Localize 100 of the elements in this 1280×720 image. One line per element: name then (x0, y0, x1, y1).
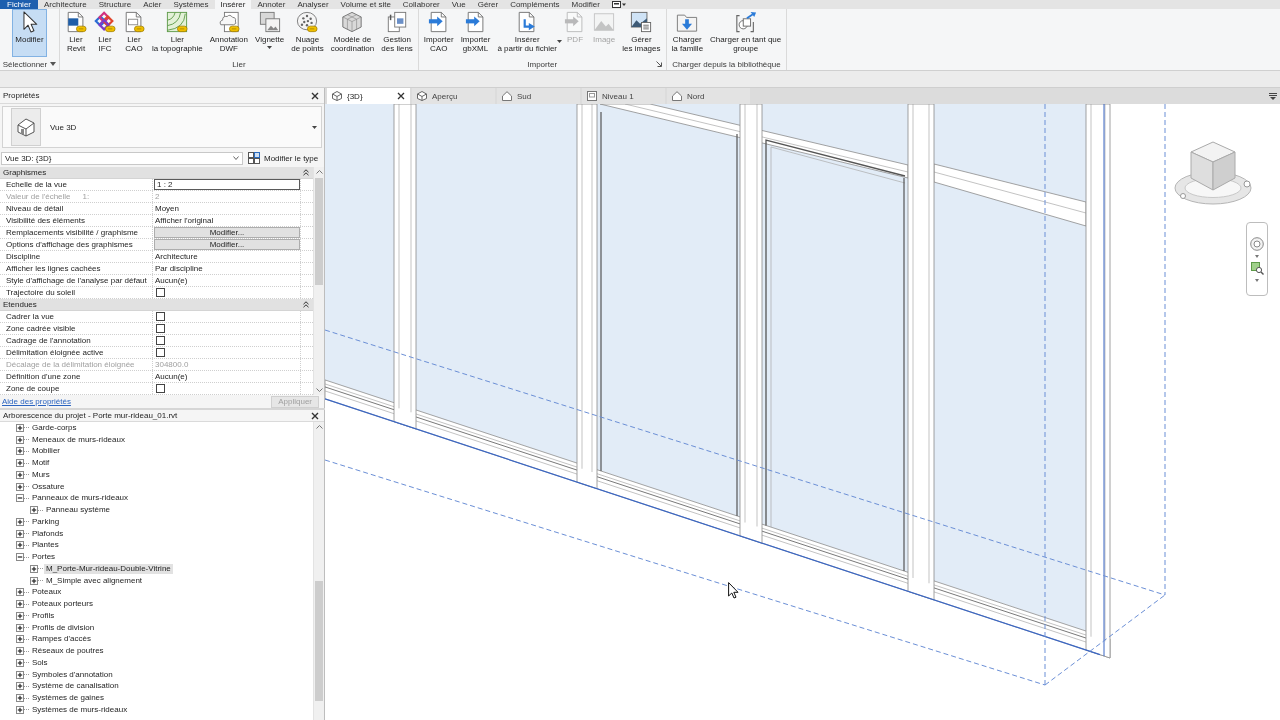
collapse-icon[interactable] (303, 169, 309, 176)
ribbon-button[interactable]: Charger en tant que groupe (707, 9, 785, 57)
view-tab[interactable]: Nord (667, 88, 750, 104)
tree-item[interactable]: Panneaux de murs-rideaux (30, 493, 131, 504)
scroll-down-icon[interactable] (315, 388, 323, 392)
tree-item[interactable]: Parking (30, 516, 62, 527)
menu-tab[interactable]: Structure (92, 0, 138, 9)
tree-item[interactable]: Motif (30, 458, 52, 469)
tree-item[interactable]: M_Simple avec alignement (44, 575, 145, 586)
ribbon-button[interactable]: Gestion des liens (378, 9, 416, 57)
view-tab[interactable]: Sud (497, 88, 580, 104)
menu-tab[interactable]: Acier (137, 0, 168, 9)
instance-selector[interactable]: Vue 3D: {3D} (1, 151, 243, 165)
view-tab[interactable]: Niveau 1 (582, 88, 665, 104)
tree-item[interactable]: Rampes d'accès (30, 634, 93, 645)
checkbox[interactable] (156, 348, 165, 357)
tree-item[interactable]: M_Porte-Mur-rideau-Double-Vitrine (44, 563, 173, 574)
tree-item[interactable]: Système de canalisation (30, 681, 121, 692)
expand-icon[interactable] (16, 588, 24, 597)
caret-icon[interactable] (50, 62, 57, 66)
ribbon-button[interactable]: Charger la famille (668, 9, 707, 57)
tree-item[interactable]: Plantes (30, 540, 61, 551)
ribbon-button[interactable]: Lier CAO (120, 9, 148, 57)
checkbox[interactable] (156, 336, 165, 345)
ribbon-button[interactable]: Importer CAO (420, 9, 457, 57)
tree-item[interactable]: Poteaux porteurs (30, 599, 95, 610)
ribbon-toggle-icon[interactable] (611, 1, 626, 8)
tree-item[interactable]: Portes (30, 552, 58, 563)
ribbon-button[interactable]: Modèle de coordination (327, 9, 378, 57)
expand-icon[interactable] (16, 470, 24, 479)
view-tab[interactable]: {3D} (327, 88, 410, 104)
ribbon-button[interactable]: Nuage de points (288, 9, 327, 57)
scrollbar[interactable] (313, 167, 324, 395)
scroll-up-icon[interactable] (315, 170, 323, 174)
ribbon-button[interactable]: Gérer les images (619, 9, 664, 57)
expand-icon[interactable] (16, 635, 24, 644)
edit-button[interactable]: Modifier... (154, 239, 300, 250)
edit-button[interactable]: Modifier... (154, 227, 300, 238)
expand-icon[interactable] (16, 447, 24, 456)
type-selector[interactable]: Vue 3D (2, 106, 322, 148)
tree-item[interactable]: Poteaux (30, 587, 64, 598)
close-icon[interactable] (311, 411, 319, 420)
ribbon-button[interactable]: Vignette (252, 9, 288, 57)
checkbox[interactable] (156, 312, 165, 321)
expand-icon[interactable] (30, 564, 38, 573)
expand-icon[interactable] (30, 576, 38, 585)
caret-icon[interactable] (1255, 254, 1259, 258)
tree-item[interactable]: Garde-corps (30, 422, 79, 433)
tree-item[interactable]: Mobilier (30, 446, 62, 457)
caret-icon[interactable] (1255, 278, 1259, 282)
ribbon-button[interactable]: Insérer à partir du fichier (494, 9, 561, 57)
expand-icon[interactable] (16, 600, 24, 609)
tree-item[interactable]: Symboles d'annotation (30, 669, 115, 680)
expand-icon[interactable] (16, 611, 24, 620)
checkbox[interactable] (156, 288, 165, 297)
menu-tab[interactable]: Volume et site (334, 0, 397, 9)
expand-icon[interactable] (16, 517, 24, 526)
scroll-up-icon[interactable] (315, 425, 323, 429)
checkbox[interactable] (156, 384, 165, 393)
expand-icon[interactable] (16, 423, 24, 432)
menu-tab[interactable]: Systèmes (167, 0, 215, 9)
expand-icon[interactable] (16, 670, 24, 679)
expand-icon[interactable] (16, 694, 24, 703)
ribbon-button[interactable]: Lier IFC (91, 9, 119, 57)
view-tab[interactable]: Aperçu (412, 88, 495, 104)
scrollbar-thumb[interactable] (315, 178, 323, 285)
expand-icon[interactable] (16, 623, 24, 632)
menu-tab[interactable]: Modifier (565, 0, 606, 9)
expand-icon[interactable] (16, 705, 24, 714)
tree-item[interactable]: Sols (30, 657, 50, 668)
tree-item[interactable]: Réseaux de poutres (30, 646, 106, 657)
ribbon-button[interactable]: Annotation DWF (206, 9, 251, 57)
tab-menu-icon[interactable] (1269, 92, 1277, 100)
menu-tab[interactable]: Compléments (504, 0, 566, 9)
expand-icon[interactable] (16, 682, 24, 691)
tree-item[interactable]: Systèmes de gaines (30, 693, 107, 704)
ribbon-button[interactable]: Modifier (12, 9, 47, 57)
expand-icon[interactable] (30, 506, 38, 515)
menu-tab[interactable]: Annoter (251, 0, 292, 9)
scrollbar[interactable] (313, 422, 324, 720)
scrollbar-thumb[interactable] (315, 581, 323, 701)
collapse-icon[interactable] (303, 301, 309, 308)
edit-type-button[interactable]: Modifier le type (246, 151, 321, 165)
close-icon[interactable] (397, 92, 405, 100)
tree-item[interactable]: Profils de division (30, 622, 97, 633)
menu-tab[interactable]: Insérer (214, 0, 252, 9)
expand-icon[interactable] (16, 435, 24, 444)
ribbon-button[interactable]: Importer gbXML (457, 9, 494, 57)
menu-tab[interactable]: Vue (445, 0, 472, 9)
menu-tab[interactable]: Analyser (291, 0, 335, 9)
tree-item[interactable]: Murs (30, 469, 52, 480)
tree-item[interactable]: Panneau système (44, 505, 113, 516)
checkbox[interactable] (156, 324, 165, 333)
zoom-icon[interactable] (1250, 261, 1264, 275)
ribbon-button[interactable]: Lier la topographie (149, 9, 206, 57)
collapse-icon[interactable] (16, 494, 24, 503)
expand-icon[interactable] (16, 647, 24, 656)
expand-icon[interactable] (16, 459, 24, 468)
tree-item[interactable]: Plafonds (30, 528, 66, 539)
expand-icon[interactable] (16, 658, 24, 667)
